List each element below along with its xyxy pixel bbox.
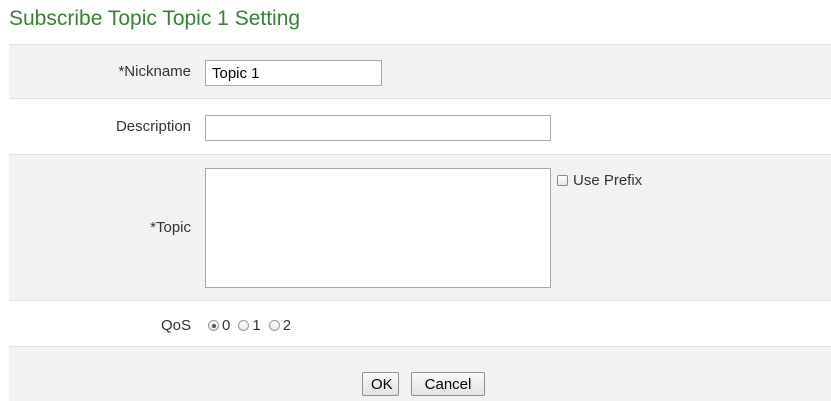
qos-radio-group: 0 1 2 [208,317,299,334]
subscribe-topic-setting-page: Subscribe Topic Topic 1 Setting *Nicknam… [0,0,831,401]
description-label: Description [115,118,191,135]
button-row: OK Cancel [9,346,831,401]
qos-radio-0[interactable] [208,320,219,331]
topic-row: *Topic Use Prefix [9,154,831,300]
nickname-input[interactable] [205,60,382,86]
qos-radio-1[interactable] [238,320,250,331]
topic-textarea[interactable] [205,168,551,288]
use-prefix-checkbox[interactable] [557,175,568,186]
qos-option-0-label: 0 [222,317,231,334]
qos-option-0[interactable]: 0 [208,317,230,334]
ok-button[interactable]: OK [362,372,399,396]
qos-option-2[interactable]: 2 [268,317,292,334]
cancel-button[interactable]: Cancel [411,372,485,396]
qos-option-1-label: 1 [252,317,261,334]
use-prefix-option[interactable]: Use Prefix [557,172,642,189]
nickname-row: *Nickname [9,44,831,98]
qos-label: QoS [160,317,191,334]
qos-option-1[interactable]: 1 [238,317,261,334]
qos-option-2-label: 2 [282,317,292,334]
page-title: Subscribe Topic Topic 1 Setting [9,7,301,30]
use-prefix-label: Use Prefix [573,172,643,189]
nickname-label: *Nickname [118,63,191,80]
qos-radio-2[interactable] [268,320,280,331]
topic-label: *Topic [150,219,191,236]
description-input[interactable] [205,115,551,141]
qos-row: QoS 0 1 2 [9,300,831,346]
description-row: Description [9,98,831,154]
